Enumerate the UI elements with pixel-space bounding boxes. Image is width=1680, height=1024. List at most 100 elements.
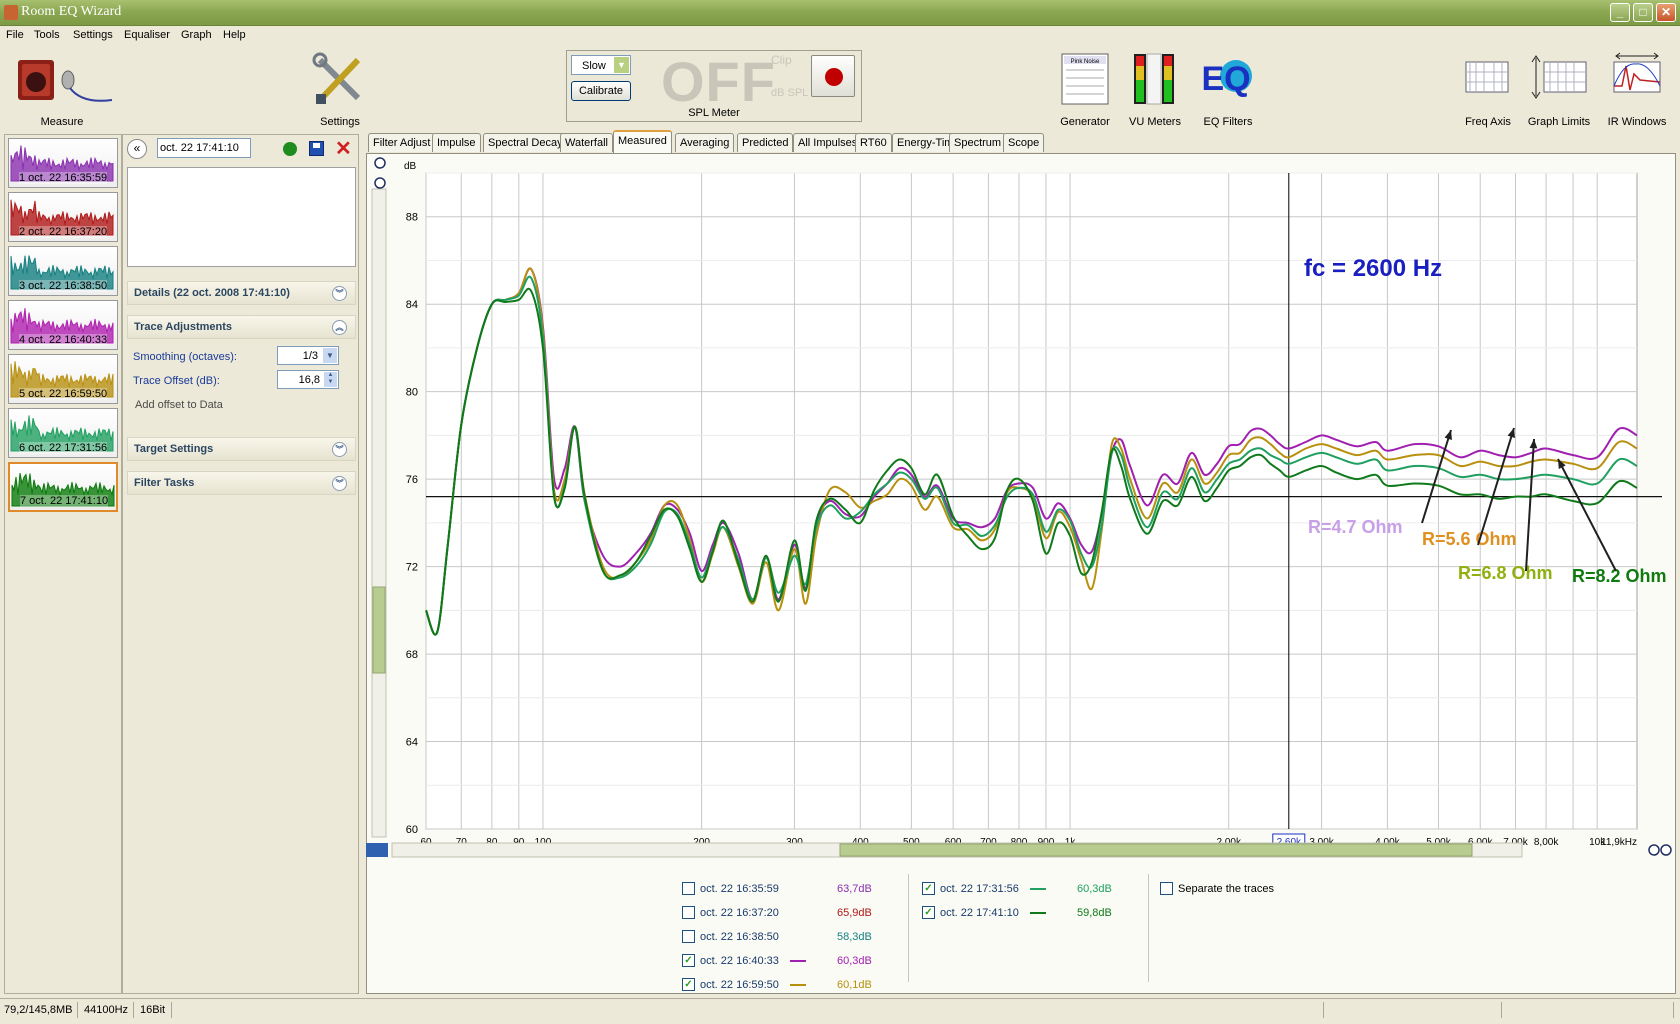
close-button[interactable]: ✕	[1656, 3, 1676, 22]
tab-filter-adjust[interactable]: Filter Adjust	[368, 133, 436, 152]
chevron-down-icon: ︾	[332, 286, 347, 301]
legend-item[interactable]: ✓ oct. 22 16:40:33 60,3dB	[682, 952, 902, 970]
freq-axis-tool[interactable]: Freq Axis	[1454, 52, 1522, 128]
zoom-out-icon[interactable]	[1660, 844, 1672, 856]
status-pane	[1326, 1002, 1502, 1018]
measurement-thumbnail[interactable]: 6 oct. 22 17:31:56	[8, 408, 118, 458]
delete-icon[interactable]: ✕	[335, 136, 352, 161]
add-offset-link[interactable]: Add offset to Data	[135, 399, 223, 411]
horizontal-scrollbar-thumb[interactable]	[839, 843, 1473, 857]
legend-label: oct. 22 16:59:50	[700, 979, 779, 991]
save-icon[interactable]	[309, 141, 324, 156]
menu-help[interactable]: Help	[223, 29, 246, 41]
legend-value: 60,1dB	[837, 979, 872, 991]
tab-all-impulses[interactable]: All Impulses	[793, 133, 863, 152]
measurement-thumbnail[interactable]: 5 oct. 22 16:59:50	[8, 354, 118, 404]
legend-value: 60,3dB	[837, 955, 872, 967]
tab-rt60[interactable]: RT60	[855, 133, 892, 152]
zoom-out-icon[interactable]	[374, 177, 386, 189]
legend-label: oct. 22 17:31:56	[940, 883, 1019, 895]
status-message	[174, 1002, 1324, 1018]
legend-item[interactable]: oct. 22 16:38:50 58,3dB	[682, 928, 902, 946]
smoothing-select[interactable]: 1/3 ▼	[277, 346, 339, 365]
menu-file[interactable]: File	[6, 29, 24, 41]
record-icon	[825, 68, 843, 86]
filter-tasks-header: Filter Tasks	[134, 477, 195, 489]
save-graph-icon[interactable]	[366, 843, 388, 857]
vu-meters-icon	[1134, 53, 1174, 105]
legend-checkbox[interactable]: ✓	[922, 882, 935, 895]
eq-filters-label: EQ Filters	[1203, 116, 1253, 128]
measurement-thumbnail[interactable]: 4 oct. 22 16:40:33	[8, 300, 118, 350]
tab-averaging[interactable]: Averaging	[675, 133, 735, 152]
notes-textarea[interactable]	[127, 167, 356, 267]
eq-logo-text: EQ	[1201, 60, 1250, 98]
tab-measured[interactable]: Measured	[613, 130, 672, 153]
tab-spectrum[interactable]: Spectrum	[949, 133, 1007, 152]
legend-item[interactable]: ✓ oct. 22 16:59:50 60,1dB	[682, 976, 902, 994]
x-tick-label: 11,9kHz	[1601, 837, 1637, 848]
separate-traces-option[interactable]: Separate the traces	[1160, 880, 1300, 898]
trace-adjustments-header: Trace Adjustments	[134, 321, 233, 333]
menu-bar: File Tools Settings Equaliser Graph Help	[0, 26, 1680, 46]
tab-impulse[interactable]: Impulse	[432, 133, 481, 152]
legend-checkbox[interactable]	[682, 930, 695, 943]
ir-windows-icon	[1613, 52, 1661, 93]
tab-predicted[interactable]: Predicted	[737, 133, 794, 152]
trace-offset-spinner[interactable]: 16,8 ▲ ▼	[277, 370, 339, 389]
legend-item[interactable]: oct. 22 16:35:59 63,7dB	[682, 880, 902, 898]
legend-checkbox[interactable]	[682, 906, 695, 919]
legend-checkbox[interactable]: ✓	[682, 978, 695, 991]
trace-adjustments-section[interactable]: Trace Adjustments ︽	[127, 315, 356, 339]
legend-item[interactable]: ✓ oct. 22 17:41:10 59,8dB	[922, 904, 1142, 922]
vu-meters-label: VU Meters	[1129, 116, 1181, 128]
settings-tool[interactable]: Settings	[300, 52, 380, 128]
target-settings-section[interactable]: Target Settings ︾	[127, 437, 356, 461]
legend-value: 59,8dB	[1077, 907, 1112, 919]
ir-windows-tool[interactable]: IR Windows	[1600, 52, 1674, 128]
generator-tool[interactable]: Pink Noise Generator	[1052, 52, 1118, 128]
eq-filters-tool[interactable]: EQ EQ Filters	[1192, 52, 1264, 128]
maximize-button[interactable]: □	[1633, 3, 1653, 22]
resistance-label: R=8.2 Ohm	[1572, 566, 1667, 586]
measure-tool[interactable]: Measure	[12, 52, 113, 128]
eq-logo-icon: EQ	[1201, 60, 1252, 98]
legend-label: oct. 22 16:40:33	[700, 955, 779, 967]
calibrate-button[interactable]: Calibrate	[571, 81, 631, 101]
tools-icon	[312, 52, 361, 104]
vu-meters-tool[interactable]: VU Meters	[1120, 52, 1190, 128]
record-button[interactable]	[811, 55, 855, 97]
menu-tools[interactable]: Tools	[34, 29, 60, 41]
minimize-button[interactable]: _	[1610, 3, 1630, 22]
details-section[interactable]: Details (22 oct. 2008 17:41:10) ︾	[127, 281, 356, 305]
zoom-in-icon[interactable]	[1648, 844, 1660, 856]
legend-item[interactable]: oct. 22 16:37:20 65,9dB	[682, 904, 902, 922]
measurement-thumbnail[interactable]: 7 oct. 22 17:41:10	[8, 462, 118, 512]
tab-spectral-decay[interactable]: Spectral Decay	[483, 133, 568, 152]
menu-equaliser[interactable]: Equaliser	[124, 29, 170, 41]
spl-speed-select[interactable]: Slow ▼	[571, 55, 631, 75]
graph-limits-tool[interactable]: Graph Limits	[1524, 52, 1594, 128]
menu-settings[interactable]: Settings	[73, 29, 113, 41]
measurement-thumbnail[interactable]: 3 oct. 22 16:38:50	[8, 246, 118, 296]
zoom-scrollbar-thumb[interactable]	[372, 586, 386, 674]
legend-swatch	[1030, 888, 1046, 890]
separate-traces-checkbox[interactable]	[1160, 882, 1173, 895]
measurement-thumbnail[interactable]: 1 oct. 22 16:35:59	[8, 138, 118, 188]
tab-waterfall[interactable]: Waterfall	[560, 133, 613, 152]
menu-graph[interactable]: Graph	[181, 29, 212, 41]
zoom-in-icon[interactable]	[374, 157, 386, 169]
status-green-icon[interactable]	[283, 142, 297, 156]
measurement-thumbnail[interactable]: 2 oct. 22 16:37:20	[8, 192, 118, 242]
frequency-response-chart[interactable]: 6064687276808488dB6070809010020030040050…	[366, 153, 1676, 863]
measurement-name-input[interactable]: oct. 22 17:41:10	[157, 138, 251, 158]
legend-item[interactable]: ✓ oct. 22 17:31:56 60,3dB	[922, 880, 1142, 898]
legend-checkbox[interactable]	[682, 882, 695, 895]
filter-tasks-section[interactable]: Filter Tasks ︾	[127, 471, 356, 495]
legend-checkbox[interactable]: ✓	[922, 906, 935, 919]
trace-offset-label: Trace Offset (dB):	[133, 375, 220, 387]
collapse-panel-button[interactable]: «	[127, 139, 147, 159]
legend-checkbox[interactable]: ✓	[682, 954, 695, 967]
zoom-scrollbar[interactable]	[371, 188, 387, 838]
tab-scope[interactable]: Scope	[1003, 133, 1045, 152]
